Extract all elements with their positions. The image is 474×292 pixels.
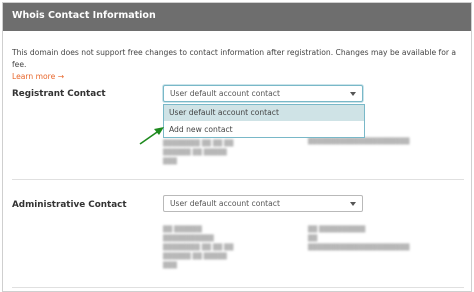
dropdown-option-default[interactable]: User default account contact — [164, 105, 364, 121]
registrant-details-blurred: ████████ ██ ██ ██ ██████ ██ █████ ███ — [163, 140, 234, 165]
green-arrow-icon — [139, 127, 164, 145]
whois-contact-panel: Whois Contact Information This domain do… — [2, 2, 472, 292]
notice-text: This domain does not support free change… — [12, 48, 457, 69]
administrative-phone-blurred: ██ ██████████ ██ ██████████████████████ — [308, 226, 410, 251]
registrant-contact-label: Registrant Contact — [12, 89, 106, 99]
dropdown-option-add-new-contact[interactable]: Add new contact — [164, 122, 364, 138]
notice-text-block: This domain does not support free change… — [12, 47, 462, 83]
panel-title: Whois Contact Information — [12, 10, 156, 21]
section-divider-bottom — [12, 287, 464, 288]
panel-header: Whois Contact Information — [3, 3, 471, 31]
chevron-down-icon — [350, 202, 356, 206]
administrative-select-value: User default account contact — [170, 199, 280, 208]
registrant-contact-select[interactable]: User default account contact — [163, 85, 363, 102]
registrant-contact-dropdown: User default account contact Add new con… — [163, 104, 365, 138]
administrative-contact-select[interactable]: User default account contact — [163, 195, 363, 212]
learn-more-link[interactable]: Learn more → — [12, 72, 64, 81]
administrative-details-blurred: ██ ██████ ███████████ ████████ ██ ██ ██ ███… — [163, 226, 234, 269]
section-divider — [12, 179, 464, 180]
registrant-select-value: User default account contact — [170, 89, 280, 98]
chevron-down-icon — [350, 92, 356, 96]
administrative-contact-label: Administrative Contact — [12, 200, 127, 210]
registrant-email-blurred: ██████████████████████ — [308, 138, 410, 145]
